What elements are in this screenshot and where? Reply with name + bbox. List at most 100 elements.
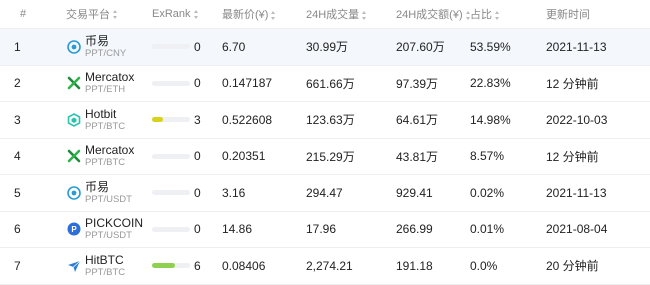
sort-icon: [362, 10, 367, 20]
exrank-cell: 0: [152, 186, 222, 200]
header-exrank[interactable]: ExRank: [152, 8, 222, 20]
share-cell: 0.0%: [470, 258, 498, 273]
exrank-bar: [152, 190, 190, 196]
exchange-cell[interactable]: 币易 PPT/CNY: [66, 35, 152, 59]
exrank-cell: 0: [152, 222, 222, 236]
exchange-name[interactable]: Mercatox: [85, 144, 134, 157]
updated-cell: 2021-11-13: [546, 185, 607, 200]
amount-cell: 207.60万: [396, 40, 445, 55]
amount-cell: 191.18: [396, 258, 433, 273]
biyi-logo-icon: [66, 185, 82, 201]
exchange-cell[interactable]: Hotbit PPT/BTC: [66, 108, 152, 132]
exrank-bar: [152, 153, 190, 159]
hotbit-logo-icon: [66, 112, 82, 128]
price-cell: 0.08406: [222, 258, 266, 273]
header-price-label: 最新价(¥): [222, 9, 269, 21]
trading-pair: PPT/BTC: [85, 157, 126, 169]
updated-cell: 2022-10-03: [546, 112, 608, 127]
price-cell: 14.86: [222, 222, 253, 237]
exchange-name[interactable]: PICKCOIN: [85, 217, 143, 230]
updated-cell: 20 分钟前: [546, 259, 599, 274]
header-volume-label: 24H成交量: [306, 9, 360, 21]
header-amount-label: 24H成交额(¥): [396, 9, 463, 21]
exrank-bar: [152, 44, 190, 50]
volume-cell: 123.63万: [306, 113, 355, 128]
exchange-name[interactable]: 币易: [85, 35, 126, 48]
header-share[interactable]: 占比: [470, 6, 546, 22]
updated-cell: 2021-08-04: [546, 222, 608, 237]
exchange-cell[interactable]: 币易 PPT/USDT: [66, 181, 152, 205]
exchange-name[interactable]: 币易: [85, 181, 132, 194]
trading-pair: PPT/USDT: [85, 230, 132, 242]
header-price[interactable]: 最新价(¥): [222, 6, 306, 22]
exrank-value: 0: [194, 39, 201, 54]
table-row[interactable]: 4 Mercatox PPT/BTC 0 0.20351 215.29万 43.81万 8.5…: [0, 139, 650, 175]
exchange-name[interactable]: HitBTC: [85, 254, 125, 267]
exchange-cell[interactable]: P PICKCOIN PPT/USDT: [66, 217, 152, 241]
exrank-cell: 0: [152, 76, 222, 90]
price-cell: 0.147187: [222, 76, 273, 91]
svg-text:P: P: [71, 225, 77, 234]
volume-cell: 2,274.21: [306, 258, 353, 273]
share-cell: 14.98%: [470, 112, 511, 127]
table-body: 1 币易 PPT/CNY 0 6.70 30.99万 207.60万 53.59% 2021-1…: [0, 29, 650, 285]
volume-cell: 30.99万: [306, 40, 349, 55]
header-share-label: 占比: [470, 9, 492, 21]
rank-cell: 2: [14, 76, 21, 91]
table-row[interactable]: 3 Hotbit PPT/BTC 3 0.522608 123.63万 64.61万 14.9…: [0, 102, 650, 139]
exrank-cell: 0: [152, 40, 222, 54]
header-rank: #: [20, 8, 27, 20]
table-row[interactable]: 7 HitBTC PPT/BTC 6 0.08406 2,274.21 191.18 0.0%…: [0, 248, 650, 285]
share-cell: 0.01%: [470, 222, 505, 237]
exchange-name[interactable]: Mercatox: [85, 71, 134, 84]
sort-icon: [495, 10, 500, 20]
exrank-value: 0: [194, 222, 201, 237]
table-row[interactable]: 1 币易 PPT/CNY 0 6.70 30.99万 207.60万 53.59% 2021-1…: [0, 29, 650, 66]
trading-pair: PPT/BTC: [85, 120, 126, 132]
rank-cell: 1: [14, 39, 21, 54]
updated-cell: 2021-11-13: [546, 39, 607, 54]
header-updated: 更新时间: [546, 9, 590, 21]
amount-cell: 97.39万: [396, 76, 439, 91]
exchange-cell[interactable]: Mercatox PPT/BTC: [66, 144, 152, 168]
sort-icon: [193, 9, 199, 19]
exrank-cell: 3: [152, 113, 222, 127]
exchange-cell[interactable]: HitBTC PPT/BTC: [66, 254, 152, 278]
header-volume[interactable]: 24H成交量: [306, 6, 396, 22]
volume-cell: 17.96: [306, 222, 337, 237]
exrank-value: 0: [194, 76, 201, 91]
table-row[interactable]: 2 Mercatox PPT/ETH 0 0.147187 661.66万 97.39万 22…: [0, 66, 650, 102]
sort-icon: [465, 10, 470, 20]
exrank-bar: [152, 263, 190, 269]
rank-cell: 4: [14, 149, 21, 164]
trading-pair: PPT/BTC: [85, 266, 126, 278]
mercatox-logo-icon: [66, 75, 82, 91]
exchange-cell[interactable]: Mercatox PPT/ETH: [66, 71, 152, 95]
rank-cell: 3: [14, 112, 21, 127]
trading-pair: PPT/USDT: [85, 193, 132, 205]
table-row[interactable]: 5 币易 PPT/USDT 0 3.16 294.47 929.41 0.02% 2021-11…: [0, 175, 650, 212]
rank-cell: 5: [14, 185, 21, 200]
rank-cell: 6: [14, 222, 21, 237]
price-cell: 3.16: [222, 185, 246, 200]
amount-cell: 43.81万: [396, 149, 439, 164]
header-exchange-label: 交易平台: [66, 9, 110, 21]
exrank-value: 6: [194, 258, 201, 273]
exchange-market-table: # 交易平台 ExRank 最新价(¥) 24H成交量 24H成交额(¥) 占比…: [0, 0, 650, 285]
exrank-bar-fill: [152, 117, 164, 123]
exrank-value: 0: [194, 185, 201, 200]
volume-cell: 661.66万: [306, 76, 355, 91]
hitbtc-logo-icon: [66, 258, 82, 274]
header-exchange[interactable]: 交易平台: [66, 6, 152, 22]
table-header: # 交易平台 ExRank 最新价(¥) 24H成交量 24H成交额(¥) 占比…: [0, 0, 650, 29]
exrank-bar-fill: [152, 263, 175, 269]
exchange-name[interactable]: Hotbit: [85, 108, 125, 121]
exrank-bar: [152, 80, 190, 86]
price-cell: 0.522608: [222, 112, 273, 127]
exrank-cell: 6: [152, 259, 222, 273]
trading-pair: PPT/CNY: [85, 47, 127, 59]
share-cell: 53.59%: [470, 39, 511, 54]
header-amount[interactable]: 24H成交额(¥): [396, 6, 470, 22]
table-row[interactable]: 6 P PICKCOIN PPT/USDT 0 14.86 17.96 266.99 0.01%…: [0, 212, 650, 248]
sort-icon: [271, 10, 276, 20]
